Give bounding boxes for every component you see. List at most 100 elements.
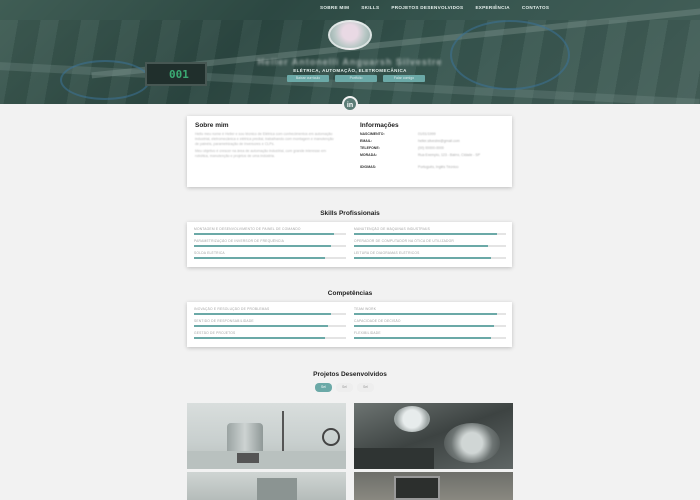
hero-button-download-cv[interactable]: Baixar currículo — [287, 75, 329, 82]
info-key: NASCIMENTO: — [360, 132, 385, 136]
project-photo[interactable] — [187, 472, 346, 500]
hero-overlay — [0, 0, 700, 104]
nav-link-projetos[interactable]: PROJETOS DESENVOLVIDOS — [391, 5, 463, 10]
competencia-bar-fill — [194, 325, 328, 327]
skill-bar — [354, 233, 506, 235]
info-title: Informações — [360, 122, 399, 129]
info-value: Português, Inglês Técnico — [418, 165, 459, 169]
info-key: MORADA: — [360, 153, 377, 157]
competencia-label: CAPACIDADE DE DECISÃO — [354, 319, 401, 323]
skill-label: MONTAGEM E DESENVOLVIMENTO DE PAINEL DE … — [194, 227, 301, 231]
photo-object — [237, 453, 259, 463]
info-key: EMAIL: — [360, 139, 373, 143]
info-row-email: EMAIL: heller.silvestre@gmail.com — [360, 139, 505, 143]
competencia-bar — [354, 313, 506, 315]
info-value: 01/01/1999 — [418, 132, 436, 136]
skill-item: SOLDA ELÉTRICA — [194, 251, 346, 259]
skill-bar-fill — [194, 257, 325, 259]
skill-bar-fill — [354, 233, 497, 235]
skill-bar-fill — [354, 245, 488, 247]
photo-object — [354, 448, 434, 469]
hero-name: Heller Antonelli Anguarsh Silvestre — [257, 57, 443, 67]
competencia-bar — [354, 325, 506, 327]
competencia-item: SENTIDO DE RESPONSABILIDADE — [194, 319, 346, 327]
hero-banner: 001 SOBRE MIM SKILLS PROJETOS DESENVOLVI… — [0, 0, 700, 104]
projects-title: Projetos Desenvolvidos — [313, 371, 387, 378]
competencia-item: FLEXIBILIDADE — [354, 331, 506, 339]
project-photo[interactable] — [354, 472, 513, 500]
competencia-bar-fill — [354, 313, 497, 315]
skill-bar — [194, 257, 346, 259]
competencia-item: INOVAÇÃO E RESOLUÇÃO DE PROBLEMAS — [194, 307, 346, 315]
info-row-phone: TELEFONE: (00) 00000-0000 — [360, 146, 505, 150]
top-nav: SOBRE MIM SKILLS PROJETOS DESENVOLVIDOS … — [320, 5, 561, 10]
filter-button[interactable]: Sel — [315, 383, 332, 392]
filter-button[interactable]: Sel — [336, 383, 353, 392]
competencia-label: INOVAÇÃO E RESOLUÇÃO DE PROBLEMAS — [194, 307, 270, 311]
skill-label: MANUTENÇÃO DE MÁQUINAS INDUSTRIAIS — [354, 227, 431, 231]
about-card: Sobre mim Hello meu nome é Heller e sou … — [187, 116, 512, 187]
hero-buttons: Baixar currículo Portfólio Falar comigo — [287, 75, 425, 82]
about-title: Sobre mim — [195, 122, 229, 129]
skill-bar-fill — [194, 245, 331, 247]
hero-subtitle: ELÉTRICA, AUTOMAÇÃO, ELETROMECÂNICA — [293, 68, 407, 73]
info-key: IDIOMAS: — [360, 165, 377, 169]
competencia-bar-fill — [354, 325, 494, 327]
info-value: Rua Exemplo, 123 - Bairro, Cidade - SP — [418, 153, 481, 157]
competencia-bar — [194, 337, 346, 339]
info-value[interactable]: heller.silvestre@gmail.com — [418, 139, 460, 143]
skill-item: PARAMETRIZAÇÃO DE INVERSOR DE FREQUÊNCIA — [194, 239, 346, 247]
photo-object — [257, 478, 297, 500]
project-photo[interactable] — [187, 403, 346, 469]
competencia-label: GESTÃO DE PROJETOS — [194, 331, 236, 335]
skill-label: LEITURA DE DIAGRAMAS ELÉTRICOS — [354, 251, 420, 255]
competencias-grid: INOVAÇÃO E RESOLUÇÃO DE PROBLEMAS TEAM W… — [194, 307, 506, 339]
competencia-label: TEAM WORK — [354, 307, 377, 311]
skills-grid: MONTAGEM E DESENVOLVIMENTO DE PAINEL DE … — [194, 227, 506, 259]
nav-link-experiencia[interactable]: EXPERIÊNCIA — [475, 5, 509, 10]
nav-link-sobre-mim[interactable]: SOBRE MIM — [320, 5, 349, 10]
skill-item: OPERADOR DE COMPUTADOR NA ÓTICA DE UTILI… — [354, 239, 506, 247]
competencia-bar — [354, 337, 506, 339]
competencia-bar-fill — [354, 337, 491, 339]
competencia-item: TEAM WORK — [354, 307, 506, 315]
photo-object — [394, 406, 430, 432]
skill-bar — [354, 245, 506, 247]
competencia-item: GESTÃO DE PROJETOS — [194, 331, 346, 339]
competencia-label: SENTIDO DE RESPONSABILIDADE — [194, 319, 254, 323]
competencias-card: INOVAÇÃO E RESOLUÇÃO DE PROBLEMAS TEAM W… — [187, 302, 512, 347]
competencia-label: FLEXIBILIDADE — [354, 331, 381, 335]
about-paragraph: Hello meu nome é Heller e sou técnico de… — [195, 132, 334, 146]
photo-table — [187, 451, 346, 469]
photo-object — [444, 423, 500, 463]
competencias-title: Competências — [327, 290, 373, 297]
nav-link-contatos[interactable]: CONTATOS — [522, 5, 549, 10]
nav-link-skills[interactable]: SKILLS — [361, 5, 379, 10]
skill-bar — [194, 233, 346, 235]
hero-button-contact[interactable]: Falar comigo — [383, 75, 425, 82]
filter-button[interactable]: Sel — [357, 383, 374, 392]
competencia-bar — [194, 313, 346, 315]
skill-bar — [354, 257, 506, 259]
skill-label: OPERADOR DE COMPUTADOR NA ÓTICA DE UTILI… — [354, 239, 454, 243]
info-row-address: MORADA: Rua Exemplo, 123 - Bairro, Cidad… — [360, 153, 505, 162]
competencia-bar — [194, 325, 346, 327]
info-row-birth: NASCIMENTO: 01/01/1999 — [360, 132, 505, 136]
about-section: Sobre mim Hello meu nome é Heller e sou … — [195, 122, 335, 159]
photo-cable — [322, 428, 340, 446]
competencia-bar-fill — [194, 313, 331, 315]
skill-label: PARAMETRIZAÇÃO DE INVERSOR DE FREQUÊNCIA — [194, 239, 285, 243]
project-filters: Sel Sel Sel — [315, 383, 374, 392]
info-value: (00) 00000-0000 — [418, 146, 444, 150]
hero-button-portfolio[interactable]: Portfólio — [335, 75, 377, 82]
project-photo[interactable] — [354, 403, 513, 469]
info-row-languages: IDIOMAS: Português, Inglês Técnico — [360, 165, 505, 169]
about-paragraph: Meu objetivo é crescer na área de automa… — [195, 149, 327, 158]
skills-card: MONTAGEM E DESENVOLVIMENTO DE PAINEL DE … — [187, 222, 512, 267]
info-section: Informações NASCIMENTO: 01/01/1999 EMAIL… — [360, 122, 505, 169]
skill-bar-fill — [354, 257, 491, 259]
skill-bar-fill — [194, 233, 334, 235]
linkedin-icon[interactable]: in — [342, 96, 358, 112]
competencia-item: CAPACIDADE DE DECISÃO — [354, 319, 506, 327]
skill-label: SOLDA ELÉTRICA — [194, 251, 225, 255]
